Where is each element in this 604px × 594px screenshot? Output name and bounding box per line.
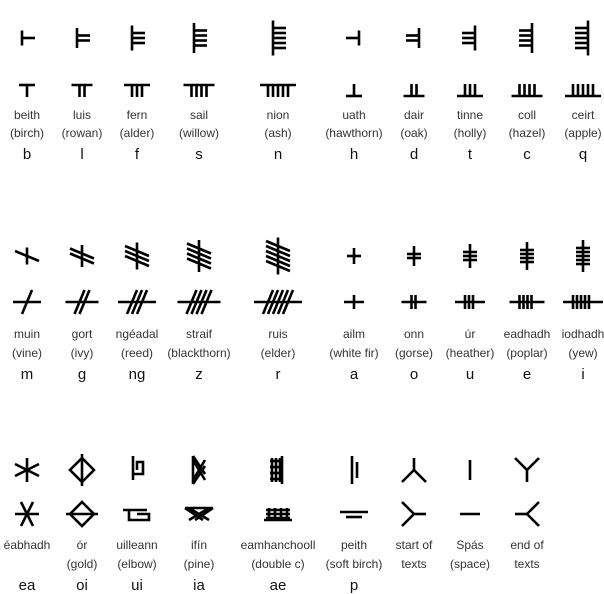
letter-name: end of <box>510 538 544 552</box>
horizontal-ogham-eamhancholl-icon <box>238 494 318 534</box>
latin-letter: ia <box>193 577 205 594</box>
letter-name: eamhanchooll <box>240 538 316 552</box>
letter-name: ifín <box>190 538 207 552</box>
vertical-ogham-eamhancholl-icon <box>238 450 318 490</box>
ogham-letter-end: end of texts <box>487 0 567 593</box>
vertical-ogham-end-icon <box>487 450 567 490</box>
ogham-letter-ifin: ifín (pine) ia <box>159 0 239 594</box>
vertical-ogham-ifin-icon <box>159 450 239 490</box>
latin-letter: ae <box>269 577 287 594</box>
horizontal-ogham-end-icon <box>487 494 567 534</box>
letter-meaning: (pine) <box>183 557 215 571</box>
ogham-letter-eamhancholl: eamhanchooll (double c) ae <box>238 0 318 594</box>
letter-meaning: texts <box>514 557 540 571</box>
letter-meaning: (double c) <box>251 557 305 571</box>
horizontal-ogham-ifin-icon <box>159 494 239 534</box>
